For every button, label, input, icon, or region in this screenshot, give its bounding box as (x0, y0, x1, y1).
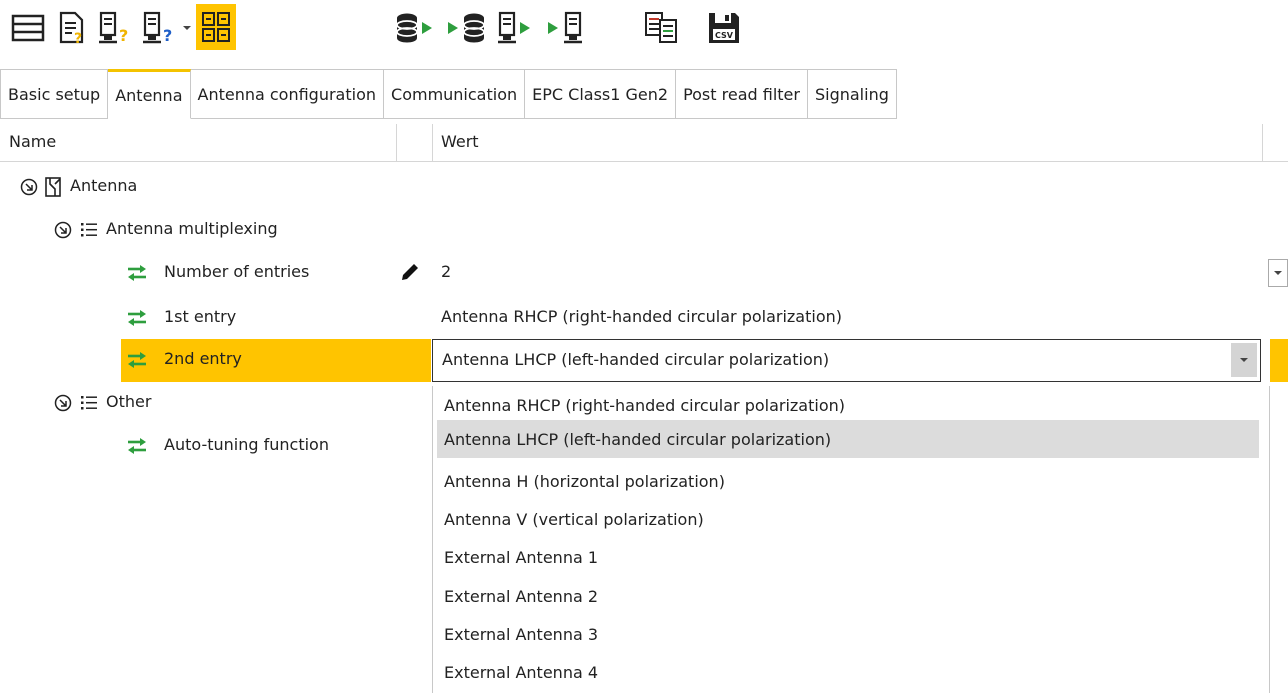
antenna-options-dropdown: Antenna RHCP (right-handed circular pola… (432, 386, 1270, 693)
swap-arrows-icon (126, 351, 148, 373)
toolbar: ? ? ? CSV (0, 0, 1288, 68)
dropdown-option[interactable]: External Antenna 2 (437, 577, 1259, 615)
collapse-icon[interactable] (54, 394, 72, 416)
dropdown-option[interactable]: Antenna RHCP (right-handed circular pola… (437, 386, 1259, 424)
list-view-icon[interactable] (10, 8, 46, 48)
tab-antenna[interactable]: Antenna (108, 69, 191, 119)
selection-highlight (1270, 339, 1288, 382)
tab-post-read-filter[interactable]: Post read filter (676, 69, 808, 119)
svg-text:?: ? (74, 31, 82, 45)
tree-label: 2nd entry (164, 349, 242, 368)
dropdown-option[interactable]: External Antenna 3 (437, 615, 1259, 653)
swap-arrows-icon (126, 437, 148, 459)
dropdown-option[interactable]: Antenna V (vertical polarization) (437, 500, 1259, 538)
compare-icon[interactable] (640, 8, 684, 48)
device-key-icon[interactable]: ? (140, 8, 180, 48)
document-help-icon[interactable]: ? (54, 8, 90, 48)
tree-row-2nd-entry[interactable]: 2nd entry Antenna LHCP (left-handed circ… (0, 339, 1288, 382)
number-of-entries-dropdown[interactable] (1268, 259, 1288, 287)
dropdown-option[interactable]: External Antenna 4 (437, 653, 1259, 691)
tab-epc-class1-gen2[interactable]: EPC Class1 Gen2 (525, 69, 677, 119)
column-divider[interactable] (1262, 124, 1263, 162)
database-export-icon[interactable] (394, 8, 438, 48)
grid-header: Name Wert (0, 124, 1288, 162)
svg-text:?: ? (163, 26, 172, 45)
dropdown-option[interactable]: Antenna LHCP (left-handed circular polar… (437, 420, 1259, 458)
swap-arrows-icon (126, 309, 148, 331)
2nd-entry-value: Antenna LHCP (left-handed circular polar… (442, 350, 830, 369)
column-header-name[interactable]: Name (9, 132, 56, 151)
chevron-down-icon (1240, 358, 1248, 362)
tree-label: Other (106, 392, 152, 411)
tree-label: 1st entry (164, 307, 237, 326)
grid-view-icon[interactable] (196, 4, 236, 50)
tree-label: Antenna multiplexing (106, 219, 278, 238)
tab-basic-setup[interactable]: Basic setup (0, 69, 109, 119)
device-export-icon[interactable] (496, 8, 540, 48)
device-help-icon[interactable]: ? (96, 8, 136, 48)
collapse-icon[interactable] (54, 221, 72, 243)
1st-entry-value[interactable]: Antenna RHCP (right-handed circular pola… (441, 307, 842, 326)
tree-label: Antenna (70, 176, 138, 195)
pencil-icon[interactable] (399, 261, 421, 287)
antenna-icon (44, 176, 64, 202)
tree-row-1st-entry[interactable]: 1st entry Antenna RHCP (right-handed cir… (0, 297, 1288, 340)
dropdown-arrow-icon[interactable] (180, 8, 194, 48)
collapse-icon[interactable] (20, 178, 38, 200)
tab-signaling[interactable]: Signaling (807, 69, 897, 119)
tree-label: Number of entries (164, 262, 310, 281)
column-divider[interactable] (432, 124, 433, 162)
tree-row-antenna-multiplexing[interactable]: Antenna multiplexing (0, 209, 1288, 252)
column-header-value[interactable]: Wert (441, 132, 479, 151)
database-import-icon[interactable] (446, 8, 490, 48)
tab-antenna-configuration[interactable]: Antenna configuration (190, 69, 385, 119)
tab-bar: Basic setup Antenna Antenna configuratio… (0, 69, 897, 119)
dropdown-option[interactable]: External Antenna 1 (437, 538, 1259, 576)
tab-communication[interactable]: Communication (384, 69, 526, 119)
chevron-down-icon (1274, 271, 1282, 275)
tree-row-antenna[interactable]: Antenna (0, 166, 1288, 209)
tree-row-number-of-entries[interactable]: Number of entries 2 (0, 252, 1288, 295)
csv-label: CSV (715, 31, 734, 40)
combobox-dropdown-button[interactable] (1231, 343, 1257, 377)
column-divider[interactable] (396, 124, 397, 162)
swap-arrows-icon (126, 264, 148, 286)
tree-label: Auto-tuning function (164, 435, 329, 454)
2nd-entry-combobox[interactable]: Antenna LHCP (left-handed circular polar… (432, 339, 1261, 382)
list-icon (80, 222, 98, 242)
number-of-entries-value[interactable]: 2 (441, 262, 451, 281)
dropdown-option[interactable]: Antenna H (horizontal polarization) (437, 462, 1259, 500)
list-icon (80, 395, 98, 415)
save-csv-icon[interactable]: CSV (702, 8, 746, 48)
device-import-icon[interactable] (546, 8, 590, 48)
svg-text:?: ? (119, 26, 128, 45)
